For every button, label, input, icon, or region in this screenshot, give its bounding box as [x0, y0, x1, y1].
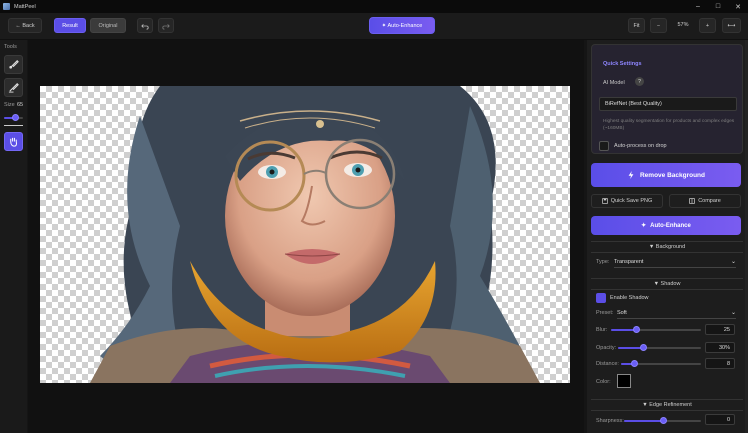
- portrait-cutout: [90, 86, 540, 383]
- brush-size-label: Size: [4, 102, 15, 108]
- remove-background-button[interactable]: Remove Background: [591, 163, 741, 187]
- blur-slider[interactable]: [611, 326, 701, 333]
- close-window-button[interactable]: ✕: [728, 0, 748, 13]
- eraser-icon: [8, 83, 19, 93]
- auto-enhance-panel-button[interactable]: ✦ Auto-Enhance: [591, 216, 741, 235]
- shadow-preset-select[interactable]: Soft ⌄: [617, 307, 736, 319]
- chevron-down-icon: ⌄: [730, 259, 736, 265]
- opacity-label: Opacity:: [596, 345, 617, 351]
- preset-label: Preset:: [596, 310, 614, 316]
- opacity-input[interactable]: 30%: [705, 342, 735, 353]
- sharpness-input[interactable]: 0: [705, 414, 735, 425]
- distance-input[interactable]: 8: [705, 358, 735, 369]
- distance-label: Distance:: [596, 361, 619, 367]
- app-title: MattPeel: [14, 3, 36, 10]
- auto-process-checkbox[interactable]: [599, 141, 609, 151]
- background-section-header[interactable]: ▼ Background: [591, 241, 743, 253]
- auto-enhance-toolbar-button[interactable]: ✦ Auto-Enhance: [369, 17, 435, 34]
- lightning-icon: [628, 171, 634, 179]
- auto-enhance-label: Auto-Enhance: [650, 222, 691, 229]
- ai-model-label: AI Model: [603, 80, 625, 86]
- color-label: Color:: [596, 379, 611, 385]
- maximize-button[interactable]: □: [708, 0, 728, 13]
- hand-icon: [10, 137, 17, 147]
- quick-save-png-button[interactable]: Quick Save PNG: [591, 194, 663, 208]
- redo-button[interactable]: [158, 18, 174, 33]
- save-icon: [601, 198, 608, 204]
- quick-settings-title: Quick Settings: [603, 61, 642, 67]
- type-label: Type:: [596, 259, 610, 265]
- fit-button[interactable]: Fit: [628, 18, 645, 33]
- title-bar: MattPeel – □ ✕: [0, 0, 748, 13]
- enable-shadow-checkbox[interactable]: [596, 293, 606, 303]
- quick-save-label: Quick Save PNG: [610, 198, 653, 204]
- auto-process-label: Auto-process on drop: [614, 143, 667, 149]
- eraser-tool[interactable]: [4, 78, 23, 97]
- shadow-preset-value: Soft: [617, 309, 627, 316]
- tools-divider: [4, 125, 23, 126]
- enable-shadow-label: Enable Shadow: [610, 295, 649, 301]
- opacity-knob[interactable]: [640, 344, 647, 351]
- sharpness-knob[interactable]: [660, 417, 667, 424]
- zoom-out-button[interactable]: −: [650, 18, 667, 33]
- sharpness-fill: [624, 420, 663, 422]
- sharpness-slider[interactable]: [624, 417, 701, 424]
- compare-label: Compare: [698, 198, 721, 204]
- blur-input[interactable]: 25: [705, 324, 735, 335]
- undo-button[interactable]: [137, 18, 153, 33]
- hand-tool[interactable]: [4, 132, 23, 151]
- back-button[interactable]: ← Back: [8, 18, 42, 33]
- tools-title: Tools: [4, 44, 17, 50]
- settings-panel: Quick Settings AI Model ? BiRefNet (Best…: [587, 40, 748, 433]
- ai-model-select[interactable]: BiRefNet (Best Quality): [599, 97, 737, 111]
- quick-settings-card: Quick Settings AI Model ? BiRefNet (Best…: [591, 44, 743, 154]
- app-icon: [3, 3, 10, 10]
- sharpness-label: Sharpness:: [596, 418, 624, 424]
- canvas-area[interactable]: [28, 40, 584, 433]
- compare-icon: [689, 198, 695, 204]
- blur-knob[interactable]: [633, 326, 640, 333]
- brush-size-slider[interactable]: [4, 114, 23, 121]
- brush-tool[interactable]: [4, 55, 23, 74]
- undo-icon: [141, 23, 149, 30]
- distance-slider[interactable]: [621, 360, 701, 367]
- ai-model-description: Highest quality segmentation for product…: [603, 119, 735, 131]
- fit-width-button[interactable]: ⟷: [722, 18, 741, 33]
- distance-knob[interactable]: [631, 360, 638, 367]
- edge-refinement-section-header[interactable]: ▼ Edge Refinement: [591, 399, 743, 411]
- help-icon[interactable]: ?: [635, 77, 644, 86]
- brush-size-knob[interactable]: [12, 114, 19, 121]
- shadow-color-swatch[interactable]: [617, 374, 631, 388]
- remove-background-label: Remove Background: [639, 171, 706, 179]
- toolbar: ← Back Result Original ✦ Auto-Enhance Fi…: [0, 13, 748, 40]
- redo-icon: [162, 23, 170, 30]
- result-tab[interactable]: Result: [54, 18, 86, 33]
- background-type-select[interactable]: Transparent ⌄: [614, 256, 736, 268]
- blur-label: Blur:: [596, 327, 608, 333]
- zoom-in-button[interactable]: +: [699, 18, 716, 33]
- preview-image[interactable]: [40, 86, 570, 383]
- chevron-down-icon: ⌄: [730, 310, 736, 316]
- minimize-button[interactable]: –: [688, 0, 708, 13]
- sparkle-icon: ✦: [641, 223, 647, 229]
- original-tab[interactable]: Original: [90, 18, 126, 33]
- zoom-level: 57%: [677, 22, 689, 28]
- compare-button[interactable]: Compare: [669, 194, 741, 208]
- tools-sidebar: Tools Size 65: [0, 40, 27, 433]
- shadow-section-header[interactable]: ▼ Shadow: [591, 278, 743, 290]
- background-type-value: Transparent: [614, 258, 644, 265]
- brush-size-value: 65: [17, 102, 24, 108]
- brush-icon: [9, 60, 19, 69]
- opacity-slider[interactable]: [618, 344, 701, 351]
